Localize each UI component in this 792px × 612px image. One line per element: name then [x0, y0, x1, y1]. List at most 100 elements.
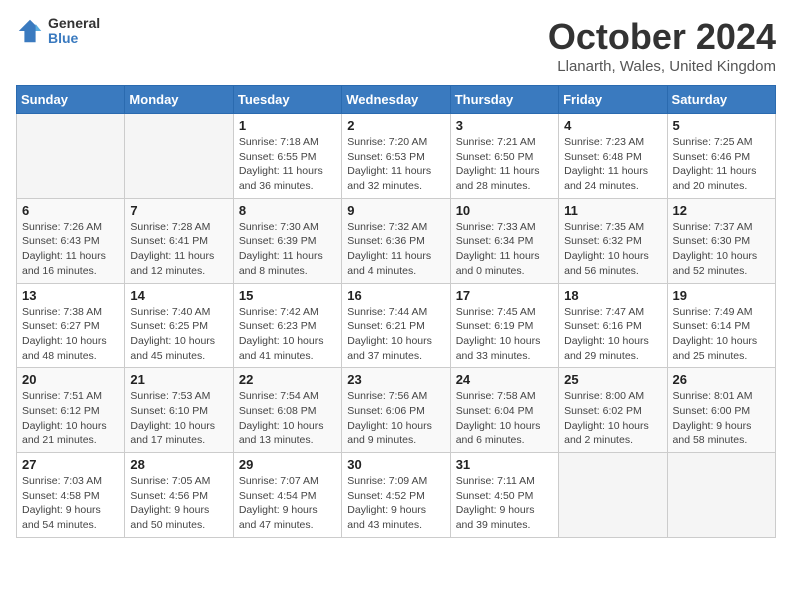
- calendar-week-2: 6Sunrise: 7:26 AMSunset: 6:43 PMDaylight…: [17, 198, 776, 283]
- page-header: General Blue October 2024 Llanarth, Wale…: [16, 16, 776, 75]
- location: Llanarth, Wales, United Kingdom: [548, 58, 776, 75]
- day-number: 17: [456, 288, 553, 303]
- calendar-cell: 14 Sunrise: 7:40 AMSunset: 6:25 PMDayligh…: [125, 283, 233, 368]
- day-number: 26: [673, 372, 770, 387]
- calendar-cell: 16 Sunrise: 7:44 AMSunset: 6:21 PMDayligh…: [342, 283, 450, 368]
- day-number: 2: [347, 118, 444, 133]
- calendar-cell: 11 Sunrise: 7:35 AMSunset: 6:32 PMDayligh…: [559, 198, 667, 283]
- logo-icon: [16, 17, 44, 45]
- calendar-week-3: 13Sunrise: 7:38 AMSunset: 6:27 PMDayligh…: [17, 283, 776, 368]
- day-info: Sunrise: 7:05 AMSunset: 4:56 PMDaylight:…: [130, 474, 227, 533]
- calendar-week-5: 27 Sunrise: 7:03 AMSunset: 4:58 PMDayligh…: [17, 453, 776, 538]
- calendar-cell: 30 Sunrise: 7:09 AMSunset: 4:52 PMDayligh…: [342, 453, 450, 538]
- day-info: Sunrise: 7:18 AMSunset: 6:55 PMDaylight:…: [239, 135, 336, 194]
- day-number: 28: [130, 457, 227, 472]
- day-number: 14: [130, 288, 227, 303]
- logo-text: General Blue: [48, 16, 100, 47]
- calendar-week-1: 1 Sunrise: 7:18 AMSunset: 6:55 PMDaylight…: [17, 114, 776, 199]
- day-info: Sunrise: 7:28 AMSunset: 6:41 PMDaylight:…: [130, 220, 227, 279]
- day-info: Sunrise: 7:45 AMSunset: 6:19 PMDaylight:…: [456, 305, 553, 364]
- day-info: Sunrise: 7:53 AMSunset: 6:10 PMDaylight:…: [130, 389, 227, 448]
- day-number: 13: [22, 288, 119, 303]
- calendar-cell: 22Sunrise: 7:54 AMSunset: 6:08 PMDayligh…: [233, 368, 341, 453]
- calendar-header: SundayMondayTuesdayWednesdayThursdayFrid…: [17, 86, 776, 114]
- calendar-cell: 15 Sunrise: 7:42 AMSunset: 6:23 PMDayligh…: [233, 283, 341, 368]
- calendar-cell: 10Sunrise: 7:33 AMSunset: 6:34 PMDayligh…: [450, 198, 558, 283]
- day-number: 4: [564, 118, 661, 133]
- calendar-cell: 26 Sunrise: 8:01 AMSunset: 6:00 PMDayligh…: [667, 368, 775, 453]
- day-number: 11: [564, 203, 661, 218]
- day-header-wednesday: Wednesday: [342, 86, 450, 114]
- day-header-monday: Monday: [125, 86, 233, 114]
- logo-general: General: [48, 16, 100, 31]
- day-info: Sunrise: 7:32 AMSunset: 6:36 PMDaylight:…: [347, 220, 444, 279]
- day-number: 21: [130, 372, 227, 387]
- day-info: Sunrise: 7:30 AMSunset: 6:39 PMDaylight:…: [239, 220, 336, 279]
- logo: General Blue: [16, 16, 100, 47]
- day-info: Sunrise: 7:42 AMSunset: 6:23 PMDaylight:…: [239, 305, 336, 364]
- day-info: Sunrise: 7:35 AMSunset: 6:32 PMDaylight:…: [564, 220, 661, 279]
- calendar-cell: 31 Sunrise: 7:11 AMSunset: 4:50 PMDayligh…: [450, 453, 558, 538]
- calendar-table: SundayMondayTuesdayWednesdayThursdayFrid…: [16, 85, 776, 538]
- day-number: 20: [22, 372, 119, 387]
- day-info: Sunrise: 7:09 AMSunset: 4:52 PMDaylight:…: [347, 474, 444, 533]
- month-title: October 2024: [548, 16, 776, 58]
- calendar-cell: 9Sunrise: 7:32 AMSunset: 6:36 PMDaylight…: [342, 198, 450, 283]
- calendar-cell: 24Sunrise: 7:58 AMSunset: 6:04 PMDayligh…: [450, 368, 558, 453]
- day-info: Sunrise: 7:25 AMSunset: 6:46 PMDaylight:…: [673, 135, 770, 194]
- day-info: Sunrise: 8:00 AMSunset: 6:02 PMDaylight:…: [564, 389, 661, 448]
- calendar-cell: 2 Sunrise: 7:20 AMSunset: 6:53 PMDaylight…: [342, 114, 450, 199]
- day-info: Sunrise: 7:20 AMSunset: 6:53 PMDaylight:…: [347, 135, 444, 194]
- day-number: 30: [347, 457, 444, 472]
- day-info: Sunrise: 7:40 AMSunset: 6:25 PMDaylight:…: [130, 305, 227, 364]
- calendar-cell: [17, 114, 125, 199]
- calendar-cell: 17 Sunrise: 7:45 AMSunset: 6:19 PMDayligh…: [450, 283, 558, 368]
- calendar-cell: [125, 114, 233, 199]
- day-header-friday: Friday: [559, 86, 667, 114]
- day-number: 25: [564, 372, 661, 387]
- day-info: Sunrise: 7:37 AMSunset: 6:30 PMDaylight:…: [673, 220, 770, 279]
- calendar-cell: [667, 453, 775, 538]
- day-number: 27: [22, 457, 119, 472]
- day-info: Sunrise: 7:11 AMSunset: 4:50 PMDaylight:…: [456, 474, 553, 533]
- calendar-cell: 1 Sunrise: 7:18 AMSunset: 6:55 PMDaylight…: [233, 114, 341, 199]
- day-info: Sunrise: 7:44 AMSunset: 6:21 PMDaylight:…: [347, 305, 444, 364]
- day-info: Sunrise: 8:01 AMSunset: 6:00 PMDaylight:…: [673, 389, 770, 448]
- day-number: 10: [456, 203, 553, 218]
- day-number: 19: [673, 288, 770, 303]
- day-number: 18: [564, 288, 661, 303]
- calendar-cell: 18Sunrise: 7:47 AMSunset: 6:16 PMDayligh…: [559, 283, 667, 368]
- calendar-cell: 5 Sunrise: 7:25 AMSunset: 6:46 PMDaylight…: [667, 114, 775, 199]
- calendar-cell: 21 Sunrise: 7:53 AMSunset: 6:10 PMDayligh…: [125, 368, 233, 453]
- calendar-cell: 25 Sunrise: 8:00 AMSunset: 6:02 PMDayligh…: [559, 368, 667, 453]
- day-header-sunday: Sunday: [17, 86, 125, 114]
- day-number: 16: [347, 288, 444, 303]
- title-area: October 2024 Llanarth, Wales, United Kin…: [548, 16, 776, 75]
- calendar-cell: 3Sunrise: 7:21 AMSunset: 6:50 PMDaylight…: [450, 114, 558, 199]
- day-number: 29: [239, 457, 336, 472]
- day-number: 8: [239, 203, 336, 218]
- day-info: Sunrise: 7:54 AMSunset: 6:08 PMDaylight:…: [239, 389, 336, 448]
- calendar-cell: 20Sunrise: 7:51 AMSunset: 6:12 PMDayligh…: [17, 368, 125, 453]
- calendar-cell: 8 Sunrise: 7:30 AMSunset: 6:39 PMDaylight…: [233, 198, 341, 283]
- calendar-cell: 4 Sunrise: 7:23 AMSunset: 6:48 PMDaylight…: [559, 114, 667, 199]
- day-number: 15: [239, 288, 336, 303]
- day-number: 12: [673, 203, 770, 218]
- day-number: 6: [22, 203, 119, 218]
- day-number: 23: [347, 372, 444, 387]
- day-number: 1: [239, 118, 336, 133]
- day-number: 3: [456, 118, 553, 133]
- day-number: 24: [456, 372, 553, 387]
- calendar-cell: 7 Sunrise: 7:28 AMSunset: 6:41 PMDaylight…: [125, 198, 233, 283]
- calendar-cell: 27 Sunrise: 7:03 AMSunset: 4:58 PMDayligh…: [17, 453, 125, 538]
- day-number: 7: [130, 203, 227, 218]
- day-number: 31: [456, 457, 553, 472]
- calendar-body: 1 Sunrise: 7:18 AMSunset: 6:55 PMDaylight…: [17, 114, 776, 538]
- calendar-cell: 6Sunrise: 7:26 AMSunset: 6:43 PMDaylight…: [17, 198, 125, 283]
- day-info: Sunrise: 7:03 AMSunset: 4:58 PMDaylight:…: [22, 474, 119, 533]
- day-info: Sunrise: 7:07 AMSunset: 4:54 PMDaylight:…: [239, 474, 336, 533]
- logo-blue: Blue: [48, 31, 100, 46]
- day-header-tuesday: Tuesday: [233, 86, 341, 114]
- day-info: Sunrise: 7:23 AMSunset: 6:48 PMDaylight:…: [564, 135, 661, 194]
- day-number: 5: [673, 118, 770, 133]
